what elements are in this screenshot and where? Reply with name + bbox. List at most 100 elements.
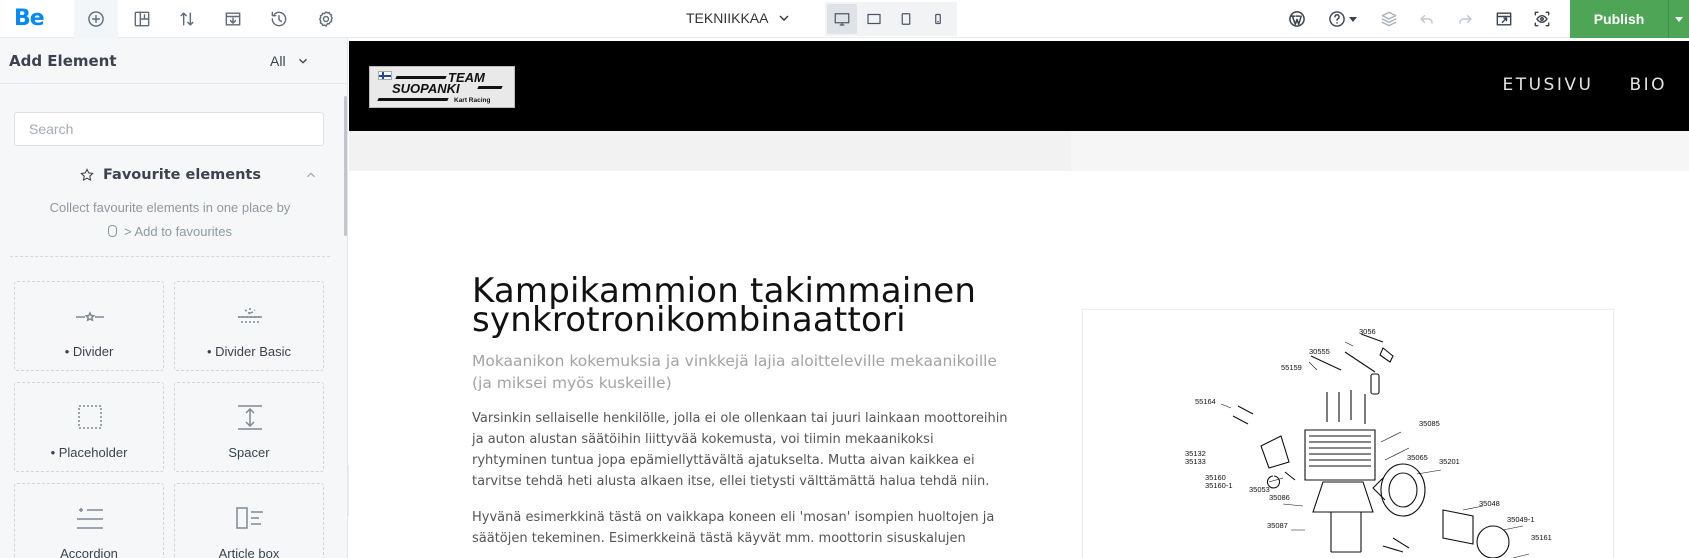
import-box-icon — [225, 12, 241, 26]
nav-link-bio[interactable]: BIO — [1629, 75, 1667, 95]
settings-button[interactable] — [313, 6, 339, 32]
logo-stripe — [477, 86, 503, 89]
favourites-header[interactable]: Favourite elements — [0, 164, 340, 186]
top-toolbar: Be TEKNIIKKAA Publish — [0, 0, 1689, 38]
layers-icon — [1381, 11, 1397, 27]
article-title: Kampikammion takimmainen synkrotronikomb… — [472, 274, 1012, 337]
publish-options-button[interactable] — [1668, 0, 1689, 38]
mobile-icon — [935, 13, 941, 25]
sidebar-divider — [10, 256, 330, 257]
sort-arrows-icon — [180, 12, 194, 26]
device-desktop-button[interactable] — [827, 4, 857, 34]
diagram-part-label: 35048 — [1479, 499, 1500, 508]
chevron-up-icon[interactable] — [304, 168, 318, 182]
diagram-part-label: 35133 — [1185, 457, 1206, 466]
diagram-part-label: 35087 — [1267, 521, 1288, 530]
navigator-button[interactable] — [174, 6, 200, 32]
eye-icon — [1534, 11, 1550, 27]
sidebar-scrollbar[interactable] — [344, 96, 347, 236]
element-filter-dropdown[interactable]: All — [270, 53, 310, 69]
preview-button[interactable] — [1529, 6, 1555, 32]
history-icon — [271, 11, 287, 27]
laptop-icon — [867, 13, 881, 25]
caret-down-icon — [1349, 16, 1357, 22]
spacer-icon — [238, 405, 262, 430]
layout-add-icon — [134, 11, 150, 27]
favourites-title: Favourite elements — [103, 167, 261, 183]
diagram-part-label: 35053 — [1249, 485, 1270, 494]
diagram-part-label: 35065 — [1407, 453, 1428, 462]
element-label: Accordion — [60, 546, 118, 558]
element-card-article-box[interactable]: Article box — [174, 483, 324, 558]
element-card-spacer[interactable]: Spacer — [174, 382, 324, 472]
add-element-button[interactable] — [74, 0, 118, 38]
logo-stripe — [395, 76, 447, 79]
diagram-part-label: 35201 — [1439, 457, 1460, 466]
favourites-desc-line1: Collect favourite elements in one place … — [49, 200, 291, 215]
site-nav: ETUSIVU BIO — [1502, 75, 1667, 95]
element-card-accordion[interactable]: Accordion — [14, 483, 164, 558]
open-page-button[interactable] — [1491, 6, 1517, 32]
engine-parts-diagram[interactable]: 3056 30555 55159 55164 35085 35065 35201 35132 3… — [1082, 309, 1614, 558]
page-select[interactable]: TEKNIIKKAA — [686, 10, 792, 26]
site-logo[interactable]: TEAM SUOPANKI Kart Racing — [369, 66, 515, 108]
chevron-down-icon — [298, 58, 307, 64]
diagram-part-label: 35085 — [1419, 419, 1440, 428]
element-search-input[interactable] — [14, 112, 324, 146]
history-button[interactable] — [266, 6, 292, 32]
diagram-part-label: 35161 — [1531, 533, 1552, 542]
finland-flag-icon — [378, 71, 392, 80]
diagram-part-label: 30555 — [1309, 347, 1330, 356]
page-canvas[interactable]: TEAM SUOPANKI Kart Racing ETUSIVU BIO Ka… — [349, 41, 1689, 558]
article-section[interactable]: Kampikammion takimmainen synkrotronikomb… — [472, 274, 1012, 549]
device-laptop-button[interactable] — [859, 4, 889, 34]
redo-button[interactable] — [1452, 6, 1478, 32]
page-select-label: TEKNIIKKAA — [686, 10, 769, 26]
gear-icon — [319, 11, 333, 27]
diagram-part-label: 35049-1 — [1507, 515, 1535, 524]
undo-button[interactable] — [1414, 6, 1440, 32]
app-logo[interactable]: Be — [14, 6, 45, 31]
engine-diagram-drawing: 30563055555159551643508535065 35201351323… — [1185, 327, 1552, 558]
divider-icon — [76, 311, 104, 322]
element-label: Article box — [218, 546, 280, 558]
add-element-sidebar: Add Element All Favourite elements Colle… — [0, 38, 348, 558]
placeholder-icon — [78, 405, 102, 429]
device-mobile-button[interactable] — [923, 4, 953, 34]
help-button[interactable] — [1325, 6, 1359, 32]
nav-link-etusivu[interactable]: ETUSIVU — [1502, 75, 1593, 95]
element-card-divider[interactable]: • Divider — [14, 281, 164, 371]
sidebar-title: Add Element — [9, 51, 117, 70]
element-label: Spacer — [228, 445, 270, 460]
divider-basic-icon — [238, 307, 262, 323]
page-title-band — [349, 131, 1689, 171]
article-paragraph: Hyvänä esimerkkinä tästä on vaikkapa kon… — [472, 510, 995, 546]
diagram-part-label: 55164 — [1195, 397, 1216, 406]
import-button[interactable] — [220, 6, 246, 32]
chevron-down-icon — [779, 15, 789, 21]
layers-button[interactable] — [1376, 6, 1402, 32]
redo-icon — [1459, 14, 1472, 24]
logo-text-name: SUOPANKI — [392, 81, 460, 96]
element-card-divider-basic[interactable]: • Divider Basic — [174, 281, 324, 371]
favourites-desc-line2: > Add to favourites — [123, 224, 233, 239]
band-shade — [1071, 131, 1689, 171]
article-box-icon — [236, 507, 263, 529]
publish-button[interactable]: Publish — [1570, 0, 1668, 38]
logo-stripe — [377, 98, 449, 101]
layouts-button[interactable] — [129, 6, 155, 32]
wordpress-button[interactable] — [1284, 6, 1310, 32]
star-icon — [80, 168, 94, 182]
device-tablet-button[interactable] — [891, 4, 921, 34]
tablet-icon — [901, 13, 911, 25]
device-switcher — [825, 2, 957, 36]
element-label: • Placeholder — [50, 445, 128, 460]
diagram-part-label: 55159 — [1281, 363, 1302, 372]
site-header: TEAM SUOPANKI Kart Racing ETUSIVU BIO — [349, 41, 1689, 131]
element-label: • Divider Basic — [206, 344, 292, 359]
mouse-icon — [107, 225, 117, 237]
article-subtitle: Mokaanikon kokemuksia ja vinkkejä lajia … — [472, 352, 997, 392]
element-card-placeholder[interactable]: • Placeholder — [14, 382, 164, 472]
article-paragraph: Varsinkin sellaiselle henkilölle, jolla … — [472, 411, 1008, 489]
undo-icon — [1420, 14, 1433, 24]
